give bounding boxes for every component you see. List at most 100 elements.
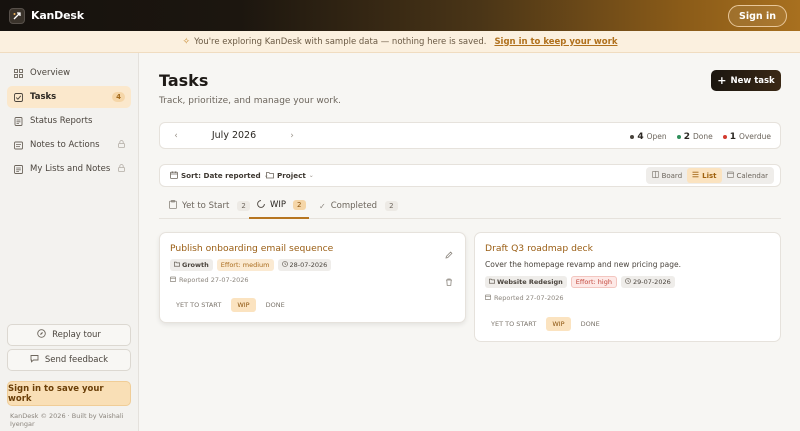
lock-icon: [118, 139, 125, 151]
status-wip-button[interactable]: WIP: [546, 317, 571, 331]
calendar-icon: [485, 294, 491, 302]
view-calendar-button[interactable]: Calendar: [722, 168, 773, 183]
header-sign-in-button[interactable]: Sign in: [728, 5, 787, 27]
calendar-icon: [170, 170, 178, 181]
sidebar-item-tasks[interactable]: Tasks 4: [7, 86, 131, 108]
tab-label: Completed: [330, 201, 378, 211]
view-list-button[interactable]: List: [687, 168, 722, 183]
folder-icon: [174, 261, 180, 269]
folder-icon: [266, 171, 274, 181]
status-done-button[interactable]: DONE: [260, 298, 291, 312]
sidebar-nav: Overview Tasks 4 Status Reports Notes to…: [0, 53, 138, 180]
status-done-button[interactable]: DONE: [575, 317, 606, 331]
stat-label: Open: [646, 132, 667, 141]
project-name: Growth: [182, 261, 209, 269]
sidebar: Overview Tasks 4 Status Reports Notes to…: [0, 53, 139, 431]
current-month: July 2026: [211, 130, 257, 141]
status-wip-button[interactable]: WIP: [231, 298, 256, 312]
edit-icon[interactable]: [445, 244, 453, 263]
sidebar-item-label: Overview: [30, 68, 71, 78]
list-view-icon: [692, 171, 699, 180]
send-feedback-button[interactable]: Send feedback: [7, 349, 131, 371]
task-card[interactable]: Publish onboarding email sequence Growth…: [159, 232, 466, 323]
next-month-chevron-icon[interactable]: ›: [287, 131, 297, 141]
chevron-down-icon: ⌄: [308, 172, 314, 179]
sparkle-icon: ✧: [182, 36, 191, 47]
task-toolbar: Sort: Date reported ⌄ Project ⌄ Board Li…: [159, 164, 781, 187]
reported-date: Reported 27-07-2026: [170, 276, 249, 284]
grid-icon: [13, 68, 23, 78]
stat-label: Overdue: [738, 132, 771, 141]
tab-yet-to-start[interactable]: Yet to Start 2: [169, 193, 250, 219]
due-date-tag: 28-07-2026: [277, 259, 332, 271]
open-dot-icon: [630, 134, 635, 139]
reported-text: Reported 27-07-2026: [494, 294, 564, 302]
task-stats: 4 Open 2 Done 1 Overdue: [630, 123, 771, 150]
folder-icon: [489, 278, 495, 286]
plus-icon: +: [717, 74, 727, 87]
view-switcher: Board List Calendar: [645, 167, 774, 184]
reported-date: Reported 27-07-2026: [485, 294, 564, 302]
sidebar-item-status-reports[interactable]: Status Reports: [7, 110, 131, 132]
check-icon: ✓: [319, 201, 326, 211]
reported-text: Reported 27-07-2026: [179, 276, 249, 284]
tab-label: WIP: [270, 200, 287, 210]
replay-tour-button[interactable]: Replay tour: [7, 324, 131, 346]
tasks-count-badge: 4: [112, 92, 125, 102]
task-title[interactable]: Publish onboarding email sequence: [170, 243, 333, 254]
sidebar-sign-in-button[interactable]: Sign in to save your work: [7, 381, 131, 406]
trash-icon[interactable]: [445, 271, 453, 290]
list-icon: [13, 164, 23, 174]
done-dot-icon: [676, 134, 681, 139]
task-card[interactable]: Draft Q3 roadmap deck Cover the homepage…: [474, 232, 781, 342]
sidebar-item-my-lists-and-notes[interactable]: My Lists and Notes: [7, 158, 131, 180]
sidebar-item-label: Status Reports: [30, 116, 93, 126]
compass-icon: [37, 329, 46, 341]
main-content: Tasks Track, prioritize, and manage your…: [140, 53, 800, 431]
sidebar-item-notes-to-actions[interactable]: Notes to Actions: [7, 134, 131, 156]
previous-month-chevron-icon[interactable]: ‹: [171, 131, 181, 141]
month-selector: ‹ July 2026 › 4 Open 2 Done 1 Overdue: [159, 122, 781, 149]
sidebar-item-label: Notes to Actions: [30, 140, 100, 150]
project-filter-dropdown[interactable]: Project ⌄: [266, 165, 314, 186]
stat-open: 4 Open: [630, 131, 667, 142]
calendar-icon: [170, 276, 176, 284]
logo-icon: [9, 7, 25, 24]
project-label: Project: [277, 171, 306, 180]
sidebar-item-overview[interactable]: Overview: [7, 62, 131, 84]
status-yet-to-start-button[interactable]: YET TO START: [485, 317, 542, 331]
checkbox-icon: [13, 92, 23, 102]
replay-tour-label: Replay tour: [52, 330, 101, 340]
project-name: Website Redesign: [497, 278, 563, 286]
sort-dropdown[interactable]: Sort: Date reported ⌄: [170, 165, 269, 186]
copyright-text: KanDesk © 2026 · Built by Vaishali Iyeng…: [10, 412, 124, 428]
top-bar: KanDesk Sign in: [0, 0, 800, 31]
view-board-button[interactable]: Board: [647, 168, 688, 183]
tab-wip[interactable]: WIP 2: [249, 193, 309, 219]
banner-text: You're exploring KanDesk with sample dat…: [194, 36, 487, 47]
stat-count: 1: [729, 131, 736, 142]
task-title[interactable]: Draft Q3 roadmap deck: [485, 243, 593, 254]
stat-label: Done: [692, 132, 713, 141]
sidebar-item-label: My Lists and Notes: [30, 164, 111, 174]
sort-label: Sort: Date reported: [181, 171, 261, 180]
spinner-icon: [257, 199, 265, 211]
tab-completed[interactable]: ✓ Completed 2: [319, 193, 398, 219]
brand[interactable]: KanDesk: [9, 7, 84, 24]
status-yet-to-start-button[interactable]: YET TO START: [170, 298, 227, 312]
new-task-button[interactable]: + New task: [711, 70, 781, 91]
card-actions: [445, 244, 453, 290]
calendar-view-icon: [726, 171, 734, 180]
chat-icon: [30, 354, 39, 366]
app-name: KanDesk: [31, 9, 84, 22]
status-switcher: YET TO START WIP DONE: [485, 317, 606, 331]
banner-sign-in-link[interactable]: Sign in to keep your work: [494, 37, 617, 47]
project-tag: Website Redesign: [485, 276, 567, 288]
stat-done: 2 Done: [676, 132, 713, 142]
stat-count: 4: [637, 131, 644, 142]
effort-tag: Effort: high: [570, 276, 617, 288]
task-description: Cover the homepage revamp and new pricin…: [485, 260, 681, 269]
due-date: 28-07-2026: [289, 261, 328, 269]
status-switcher: YET TO START WIP DONE: [170, 298, 291, 312]
tab-count: 2: [237, 201, 250, 211]
